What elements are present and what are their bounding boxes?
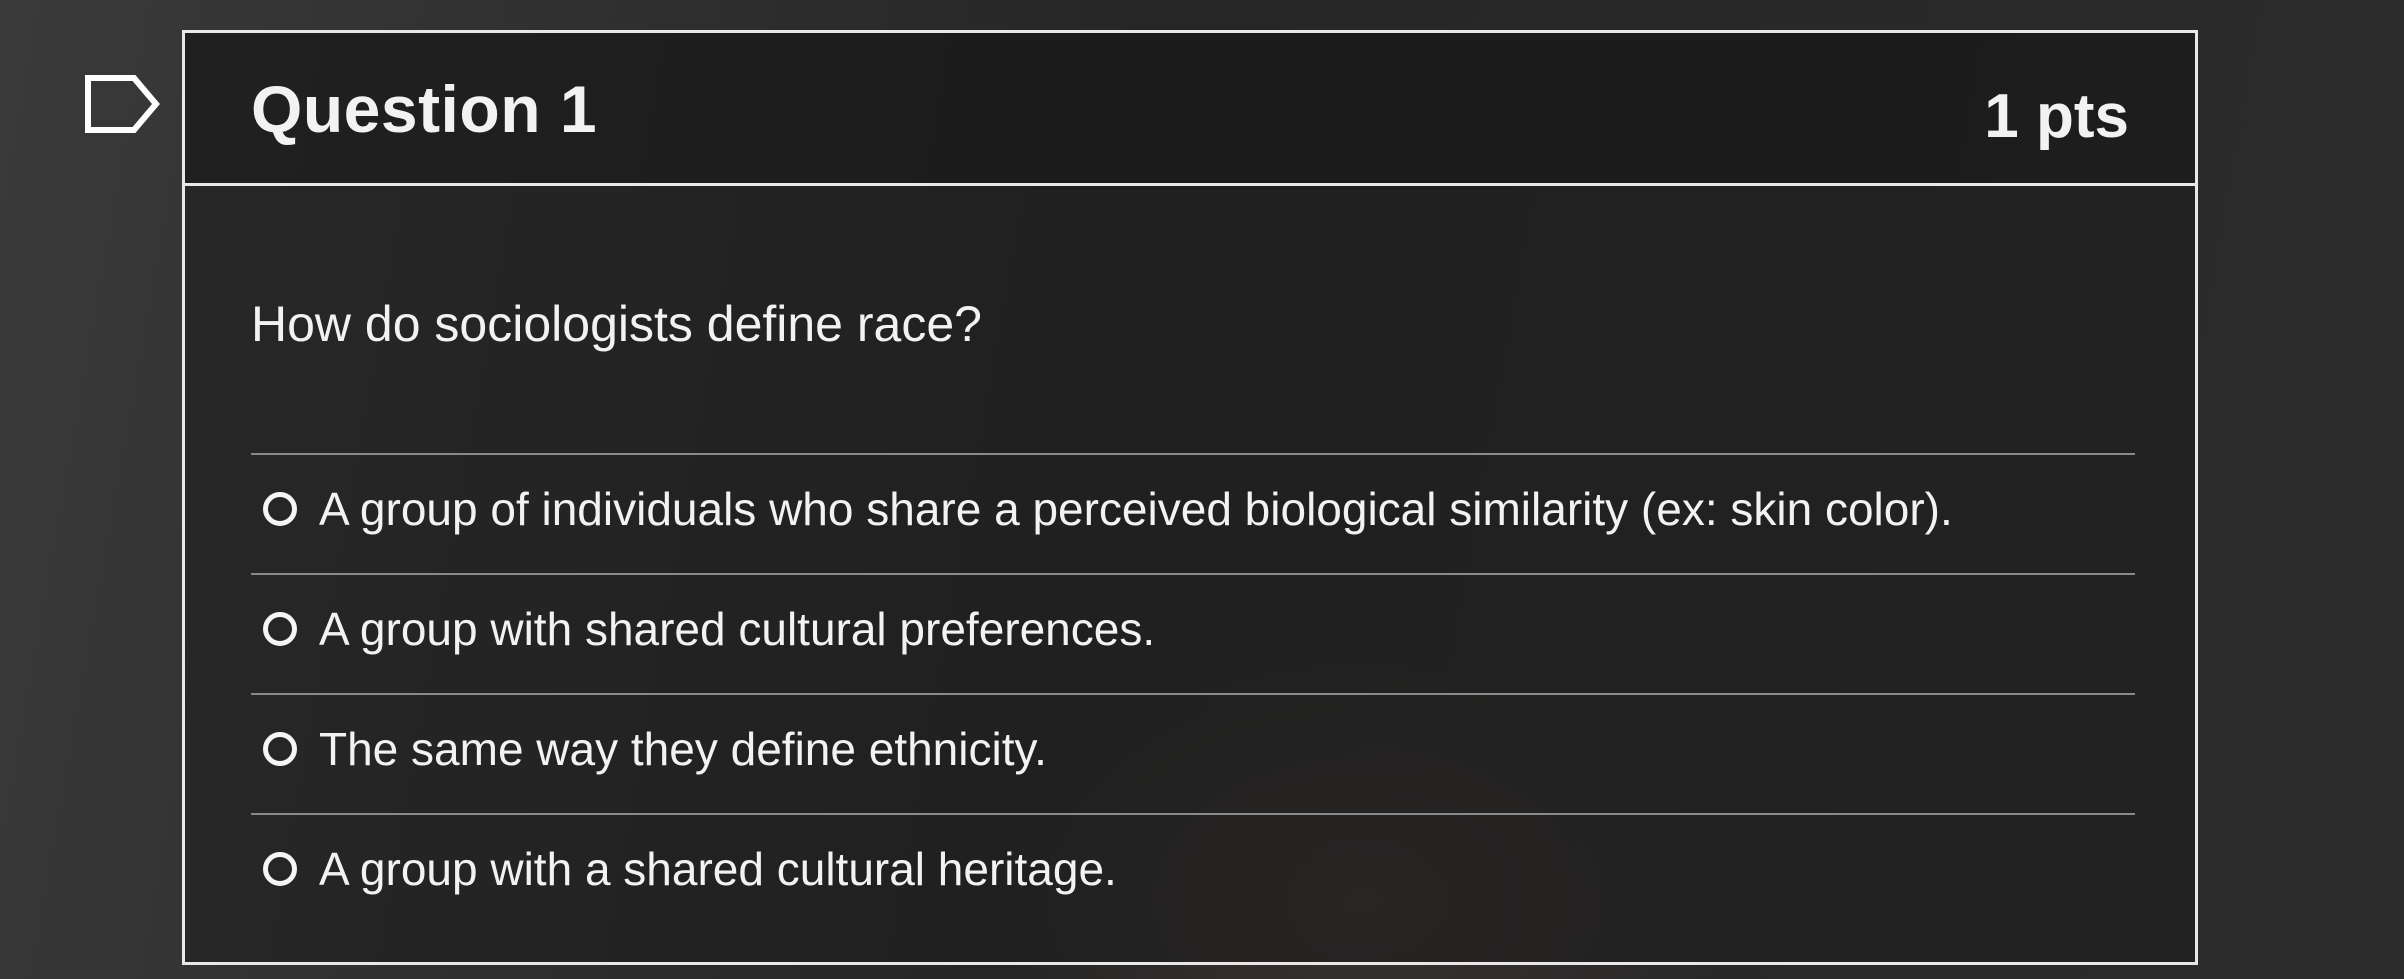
radio-unselected-icon[interactable] (263, 852, 297, 886)
answer-option-1[interactable]: A group of individuals who share a perce… (263, 469, 2135, 549)
question-title: Question 1 (251, 72, 598, 146)
answer-option-3[interactable]: The same way they define ethnicity. (263, 709, 2135, 789)
question-header: Question 1 1 pts (185, 33, 2195, 186)
question-prompt: How do sociologists define race? (251, 296, 982, 352)
question-card: Question 1 1 pts How do sociologists def… (182, 30, 2198, 965)
answers-divider-top (251, 453, 2135, 455)
answer-divider (251, 573, 2135, 575)
answer-label: A group with shared cultural preferences… (319, 603, 1156, 655)
radio-unselected-icon[interactable] (263, 612, 297, 646)
answer-option-4[interactable]: A group with a shared cultural heritage. (263, 829, 2135, 909)
answer-label: The same way they define ethnicity. (319, 723, 1047, 775)
flag-question-icon[interactable] (84, 74, 160, 134)
question-points: 1 pts (1984, 82, 2129, 151)
answer-divider (251, 693, 2135, 695)
answer-divider (251, 813, 2135, 815)
radio-unselected-icon[interactable] (263, 732, 297, 766)
answer-option-2[interactable]: A group with shared cultural preferences… (263, 589, 2135, 669)
flag-outline-icon (85, 75, 160, 133)
radio-unselected-icon[interactable] (263, 492, 297, 526)
answer-label: A group of individuals who share a perce… (319, 483, 1953, 535)
answer-label: A group with a shared cultural heritage. (319, 843, 1117, 895)
